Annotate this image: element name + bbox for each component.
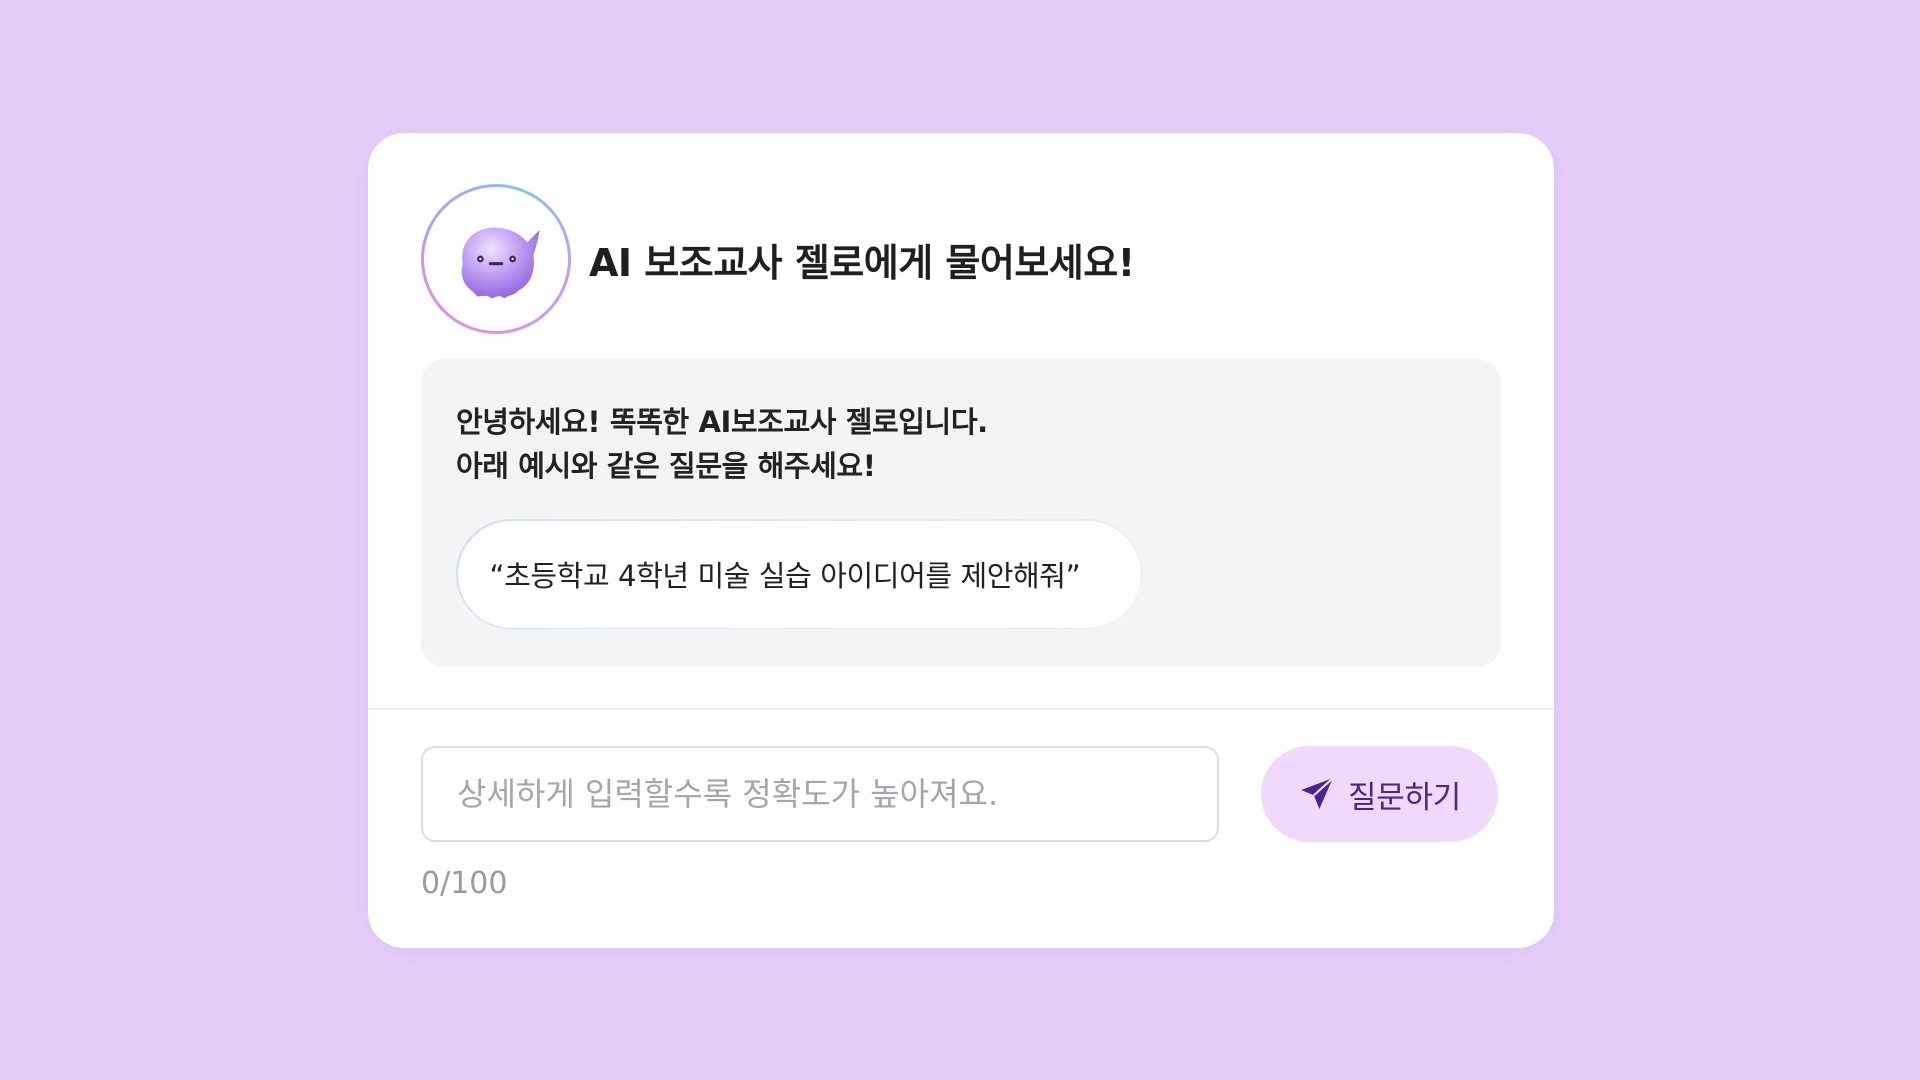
character-counter: 0/100 (421, 866, 508, 901)
ask-button-label: 질문하기 (1348, 779, 1461, 816)
intro-message-box: 안녕하세요! 똑똑한 AI보조교사 젤로입니다. 아래 예시와 같은 질문을 해… (421, 359, 1501, 667)
ask-button[interactable]: 질문하기 (1261, 746, 1498, 842)
avatar (421, 184, 571, 334)
divider (368, 708, 1554, 710)
intro-instruction: 아래 예시와 같은 질문을 해주세요! (456, 449, 876, 483)
chat-card: AI 보조교사 젤로에게 물어보세요! 안녕하세요! 똑똑한 AI보조교사 젤로… (368, 133, 1554, 948)
question-input[interactable] (421, 746, 1219, 842)
intro-greeting: 안녕하세요! 똑똑한 AI보조교사 젤로입니다. (456, 405, 988, 439)
send-icon (1301, 777, 1334, 810)
jello-mascot-icon (461, 227, 540, 299)
page-title: AI 보조교사 젤로에게 물어보세요! (589, 240, 1135, 285)
example-question-chip[interactable]: “초등학교 4학년 미술 실습 아이디어를 제안해줘” (457, 520, 1141, 628)
example-question-chip-border: “초등학교 4학년 미술 실습 아이디어를 제안해줘” (456, 519, 1142, 629)
card-header: AI 보조교사 젤로에게 물어보세요! (421, 184, 1135, 334)
